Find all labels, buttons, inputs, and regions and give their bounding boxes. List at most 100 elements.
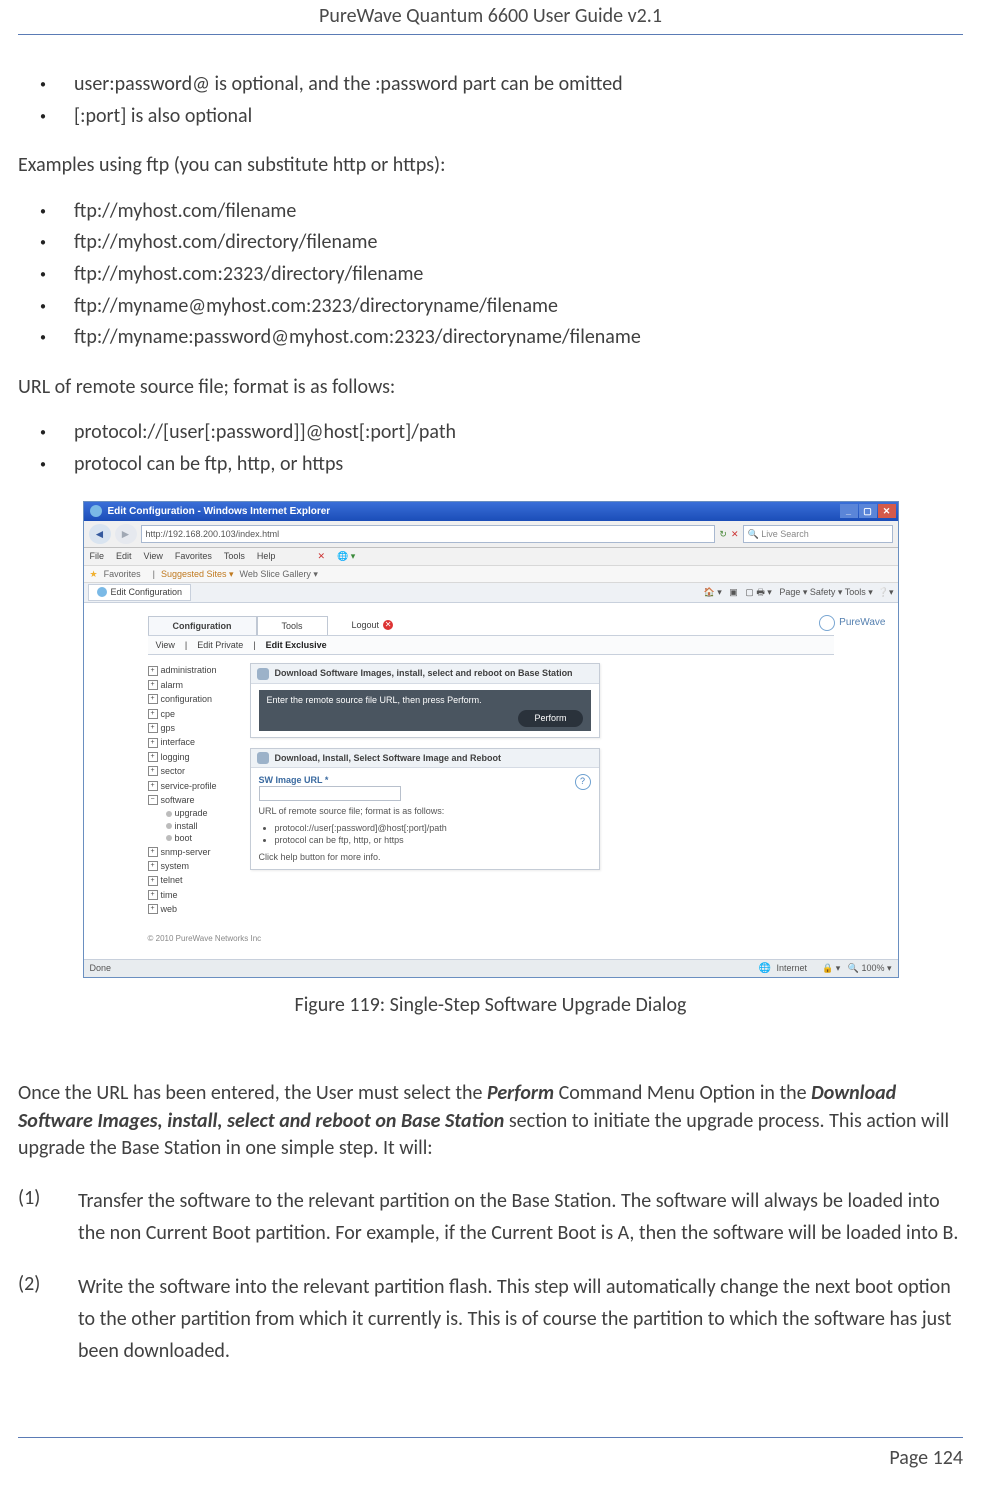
expand-icon[interactable]: +	[148, 666, 158, 676]
format-list: protocol://[user[:password]]@host[:port]…	[18, 419, 963, 478]
nav-tree: +administration +alarm +configuration +c…	[148, 663, 242, 916]
status-done: Done	[90, 962, 112, 976]
expand-icon[interactable]: +	[148, 861, 158, 871]
minimize-button[interactable]: _	[840, 504, 858, 518]
tab-title: Edit Configuration	[111, 586, 183, 598]
tree-node[interactable]: system	[161, 860, 190, 872]
back-button[interactable]: ◄	[89, 524, 111, 544]
favorites-label: Favorites	[104, 568, 141, 580]
address-bar[interactable]: http://192.168.200.103/index.html	[141, 525, 716, 543]
subtab-edit-exclusive[interactable]: Edit Exclusive	[266, 639, 327, 651]
list-item: protocol can be ftp, http, or https	[74, 451, 963, 479]
panel-title: Download, Install, Select Software Image…	[275, 752, 502, 764]
tree-leaf-upgrade[interactable]: upgrade	[175, 807, 208, 819]
tree-node[interactable]: service-profile	[161, 780, 217, 792]
logout-link[interactable]: Logout✕	[352, 619, 394, 631]
sw-url-input[interactable]	[259, 786, 401, 801]
figure-caption: Figure 119: Single-Step Software Upgrade…	[18, 992, 963, 1020]
tree-node[interactable]: telnet	[161, 874, 183, 886]
leaf-icon	[166, 811, 172, 817]
tree-node-software[interactable]: software	[161, 794, 195, 806]
tree-node[interactable]: interface	[161, 736, 196, 748]
suggested-sites-link[interactable]: Suggested Sites ▾	[161, 568, 234, 580]
step-text: Write the software into the relevant par…	[78, 1271, 963, 1367]
status-bar: Done 🌐 Internet 🔒 ▾ 🔍 100% ▾	[84, 959, 898, 978]
status-zoom: 100%	[861, 963, 884, 973]
window-titlebar: Edit Configuration - Windows Internet Ex…	[84, 502, 898, 522]
expand-icon[interactable]: +	[148, 904, 158, 914]
gear-icon	[257, 752, 269, 764]
maximize-button[interactable]: ▢	[859, 504, 877, 518]
expand-icon[interactable]: +	[148, 738, 158, 748]
list-item: ftp://myname@myhost.com:2323/directoryna…	[74, 293, 963, 321]
stop-icon[interactable]: ✕	[731, 528, 739, 540]
gear-icon	[257, 668, 269, 680]
tree-node[interactable]: administration	[161, 664, 217, 676]
expand-icon[interactable]: +	[148, 680, 158, 690]
ie-icon	[90, 505, 102, 517]
list-item: [:port] is also optional	[74, 103, 963, 131]
tree-node[interactable]: web	[161, 903, 178, 915]
search-box[interactable]: 🔍 Live Search	[743, 525, 893, 543]
collapse-icon[interactable]: −	[148, 795, 158, 805]
stop-icon[interactable]: ✕	[317, 550, 325, 562]
panel-sw-image: Download, Install, Select Software Image…	[250, 748, 600, 870]
tree-node[interactable]: snmp-server	[161, 846, 211, 858]
tree-node[interactable]: configuration	[161, 693, 213, 705]
browser-tab[interactable]: Edit Configuration	[88, 584, 192, 600]
menu-edit[interactable]: Edit	[116, 550, 132, 562]
subtab-edit-private[interactable]: Edit Private	[197, 639, 243, 651]
expand-icon[interactable]: +	[148, 766, 158, 776]
help-icon[interactable]: ?	[575, 774, 591, 790]
tree-node[interactable]: sector	[161, 765, 186, 777]
subtab-view[interactable]: View	[156, 639, 175, 651]
expand-icon[interactable]: +	[148, 847, 158, 857]
menu-file[interactable]: File	[90, 550, 105, 562]
tab-configuration[interactable]: Configuration	[148, 616, 257, 635]
examples-intro: Examples using ftp (you can substitute h…	[18, 152, 963, 180]
forward-button[interactable]: ►	[115, 524, 137, 544]
menu-tools[interactable]: Tools	[224, 550, 245, 562]
tree-node[interactable]: alarm	[161, 679, 184, 691]
numbered-steps: (1) Transfer the software to the relevan…	[18, 1185, 963, 1367]
status-zone: Internet	[776, 963, 807, 973]
tree-node[interactable]: cpe	[161, 708, 176, 720]
tree-node[interactable]: logging	[161, 751, 190, 763]
browser-menubar: File Edit View Favorites Tools Help ✕ 🌐 …	[84, 548, 898, 565]
tree-node[interactable]: gps	[161, 722, 176, 734]
intro-bullet-list: user:password@ is optional, and the :pas…	[18, 71, 963, 130]
expand-icon[interactable]: +	[148, 723, 158, 733]
page-footer: Page 124	[18, 1437, 963, 1484]
expand-icon[interactable]: +	[148, 890, 158, 900]
tree-leaf-install[interactable]: install	[175, 820, 198, 832]
menu-favorites[interactable]: Favorites	[175, 550, 212, 562]
expand-icon[interactable]: +	[148, 709, 158, 719]
tree-node[interactable]: time	[161, 889, 178, 901]
web-slice-link[interactable]: Web Slice Gallery ▾	[240, 568, 318, 580]
refresh-icon[interactable]: ↻	[719, 528, 727, 540]
star-icon[interactable]: ★	[90, 568, 98, 580]
perform-button[interactable]: Perform	[518, 710, 582, 726]
purewave-icon	[819, 615, 835, 631]
page-toolbar[interactable]: 🏠 ▾ ▣ ▢ 🖶 ▾ Page ▾ Safety ▾ Tools ▾ ❔▾	[704, 586, 894, 598]
close-button[interactable]: ✕	[878, 504, 896, 518]
menu-help[interactable]: Help	[257, 550, 276, 562]
list-item: ftp://myhost.com/directory/filename	[74, 229, 963, 257]
tab-tools[interactable]: Tools	[257, 616, 328, 635]
expand-icon[interactable]: +	[148, 694, 158, 704]
panel-instruction: Enter the remote source file URL, then p…	[267, 695, 482, 705]
menu-view[interactable]: View	[144, 550, 163, 562]
convert-icon[interactable]: 🌐 ▾	[337, 550, 355, 562]
close-icon: ✕	[383, 620, 393, 630]
expand-icon[interactable]: +	[148, 781, 158, 791]
expand-icon[interactable]: +	[148, 876, 158, 886]
hint-item: protocol can be ftp, http, or https	[275, 834, 591, 846]
hint-item: protocol://user[:password]@host[:port]/p…	[275, 822, 591, 834]
expand-icon[interactable]: +	[148, 752, 158, 762]
leaf-icon	[166, 823, 172, 829]
tree-leaf-boot[interactable]: boot	[175, 832, 193, 844]
format-intro: URL of remote source file; format is as …	[18, 374, 963, 402]
hint-more: Click help button for more info.	[259, 851, 591, 863]
list-item: ftp://myname:password@myhost.com:2323/di…	[74, 324, 963, 352]
page-header-title: PureWave Quantum 6600 User Guide v2.1	[18, 0, 963, 35]
